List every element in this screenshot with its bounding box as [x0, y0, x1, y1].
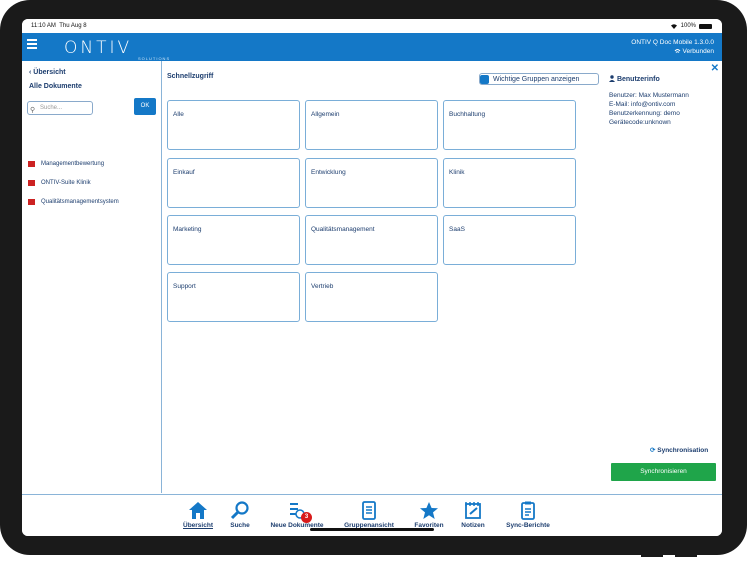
group-tile[interactable]: Einkauf — [167, 158, 300, 208]
group-tile[interactable]: Entwicklung — [305, 158, 438, 208]
home-indicator — [310, 528, 434, 531]
status-right: 100% — [670, 23, 712, 29]
document-icon — [28, 199, 35, 205]
user-name: Benutzer: Max Mustermann — [609, 92, 689, 99]
tab-favorites[interactable]: Favoriten — [410, 501, 448, 529]
group-tile[interactable]: Marketing — [167, 215, 300, 265]
sidebar: ‹ Übersicht Alle Dokumente ⚲ Suche... OK… — [22, 61, 162, 493]
user-info-panel: ✕ Benutzerinfo Benutzer: Max Mustermann … — [604, 61, 722, 493]
sidebar-title: Alle Dokumente — [29, 83, 82, 90]
tab-notes[interactable]: Notizen — [458, 501, 488, 529]
search-icon: ⚲ — [30, 107, 36, 114]
document-icon — [28, 161, 35, 167]
tab-sync-reports[interactable]: Sync-Berichte — [502, 501, 554, 529]
group-tile[interactable]: Support — [167, 272, 300, 322]
document-icon — [28, 180, 35, 186]
connection-status: Verbunden — [631, 47, 714, 56]
screen: 11:10 AM Thu Aug 8 100% ONTIV SOLUTIONS … — [22, 19, 722, 536]
wifi-icon — [670, 24, 677, 29]
ok-button[interactable]: OK — [134, 98, 156, 115]
app-version: ONTIV Q Doc Mobile 1.3.0.0 — [631, 39, 714, 46]
new-documents-badge: 3 — [301, 512, 312, 523]
checkbox-icon — [480, 74, 489, 84]
group-tile[interactable]: Qualitätsmanagement — [305, 215, 438, 265]
app-header: ONTIV SOLUTIONS ONTIV Q Doc Mobile 1.3.0… — [22, 33, 722, 61]
app-info: ONTIV Q Doc Mobile 1.3.0.0 Verbunden — [631, 38, 714, 56]
menu-icon[interactable] — [27, 39, 37, 51]
important-groups-toggle[interactable]: Wichtige Gruppen anzeigen — [479, 73, 599, 85]
status-time: 11:10 AM Thu Aug 8 — [31, 23, 87, 29]
home-icon — [189, 502, 207, 519]
user-icon — [609, 75, 615, 82]
notes-icon — [465, 502, 481, 519]
user-email: E-Mail: info@ontiv.com — [609, 101, 676, 108]
main-content: Schnellzugriff Wichtige Gruppen anzeigen… — [162, 61, 603, 493]
sync-icon: ⟳ — [650, 447, 656, 454]
connection-icon — [674, 49, 681, 53]
tab-new-documents[interactable]: 3 Neue Dokumente — [265, 501, 329, 529]
group-view-icon — [362, 501, 376, 520]
logo: ONTIV — [64, 38, 133, 58]
group-tile[interactable]: Allgemein — [305, 100, 438, 150]
group-tile[interactable]: SaaS — [443, 215, 576, 265]
group-tile[interactable]: Vertrieb — [305, 272, 438, 322]
group-tile[interactable]: Alle — [167, 100, 300, 150]
volume-button — [641, 553, 663, 557]
sync-label: ⟳ Synchronisation — [650, 447, 709, 454]
volume-button — [675, 553, 697, 557]
status-bar: 11:10 AM Thu Aug 8 100% — [22, 19, 722, 33]
sync-button[interactable]: Synchronisieren — [611, 463, 716, 481]
group-tile[interactable]: Buchhaltung — [443, 100, 576, 150]
quick-access-title: Schnellzugriff — [167, 73, 214, 80]
search-icon — [230, 501, 249, 520]
tab-search[interactable]: Suche — [224, 501, 256, 529]
tab-group-view[interactable]: Gruppenansicht — [339, 501, 399, 529]
search-input[interactable]: ⚲ Suche... — [27, 101, 93, 115]
document-item[interactable]: Managementbewertung — [28, 161, 119, 167]
tab-overview[interactable]: Übersicht — [179, 501, 217, 529]
user-login: Benutzerkennung: demo — [609, 110, 680, 117]
back-button[interactable]: ‹ Übersicht — [29, 69, 66, 76]
group-tile[interactable]: Klinik — [443, 158, 576, 208]
battery-icon — [699, 23, 712, 29]
user-info-details: Benutzer: Max Mustermann E-Mail: info@on… — [609, 91, 689, 127]
star-icon — [420, 502, 438, 519]
document-item[interactable]: ONTIV-Suite Klinik — [28, 180, 119, 186]
chevron-left-icon: ‹ — [29, 69, 32, 76]
document-list: Managementbewertung ONTIV-Suite Klinik Q… — [28, 161, 119, 218]
device-code: Gerätecode:unknown — [609, 119, 671, 126]
battery-percent: 100% — [680, 23, 696, 29]
side-button — [741, 518, 745, 536]
document-item[interactable]: Qualitätsmanagementsystem — [28, 199, 119, 205]
user-info-title: Benutzerinfo — [609, 75, 660, 83]
close-icon[interactable]: ✕ — [711, 63, 719, 74]
sync-reports-icon — [521, 501, 535, 520]
